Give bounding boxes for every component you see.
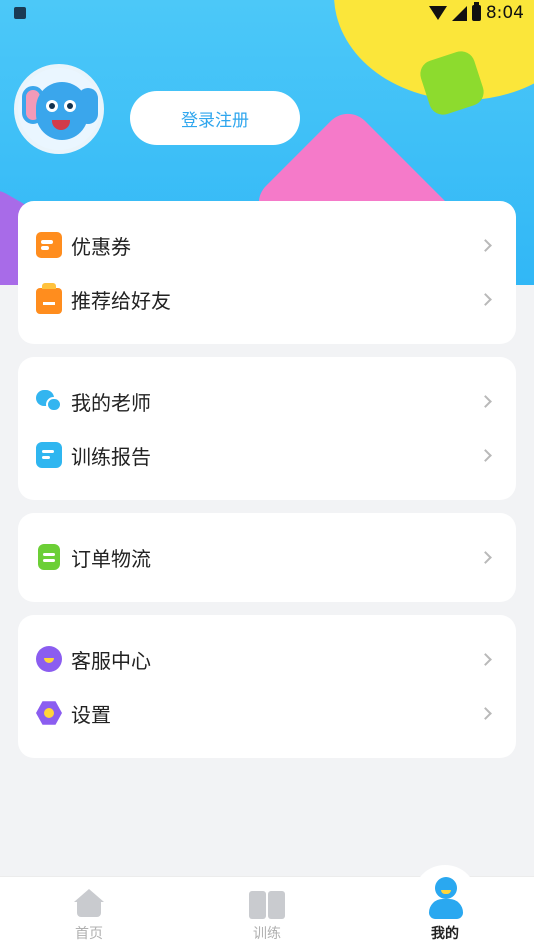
avatar-eye-left (46, 100, 58, 112)
menu-item-recommend[interactable]: 推荐给好友 (18, 272, 516, 326)
service-icon (36, 646, 62, 672)
tab-label: 首页 (75, 926, 103, 942)
login-register-button[interactable]: 登录注册 (130, 91, 300, 145)
status-indicators: 8:04 (428, 2, 524, 23)
menu-item-label: 优惠券 (71, 234, 131, 259)
chat-icon (36, 388, 62, 414)
signal-icon (451, 5, 467, 21)
gift-icon (36, 283, 62, 314)
menu-item-order-logistics[interactable]: 订单物流 (18, 530, 516, 584)
chevron-right-icon (479, 238, 492, 252)
menu-item-customer-service[interactable]: 客服中心 (18, 632, 516, 686)
bottom-tab-bar: 首页 训练 我的 (0, 865, 534, 950)
tab-label: 我的 (431, 926, 459, 942)
tab-home[interactable]: 首页 (29, 877, 149, 950)
avatar[interactable] (14, 64, 104, 154)
tab-label: 训练 (253, 926, 281, 942)
notification-icon (14, 7, 26, 19)
status-time: 8:04 (485, 3, 524, 23)
settings-icon (36, 701, 62, 725)
menu-item-label: 推荐给好友 (71, 288, 171, 313)
menu-item-training-report[interactable]: 训练报告 (18, 428, 516, 482)
avatar-eye-right (64, 100, 76, 112)
menu-card-learning: 我的老师 训练报告 (18, 357, 516, 500)
menu-card-orders: 订单物流 (18, 513, 516, 602)
tab-training[interactable]: 训练 (207, 877, 327, 950)
menu-item-coupon[interactable]: 优惠券 (18, 218, 516, 272)
chevron-right-icon (479, 652, 492, 666)
menu-item-label: 订单物流 (71, 546, 151, 571)
chevron-right-icon (479, 394, 492, 408)
report-icon (36, 442, 62, 468)
home-icon (74, 889, 104, 917)
tab-mine[interactable]: 我的 (385, 865, 505, 950)
menu-card-benefits: 优惠券 推荐给好友 (18, 201, 516, 344)
order-icon (38, 544, 60, 570)
book-icon (249, 891, 285, 919)
menu-item-settings[interactable]: 设置 (18, 686, 516, 740)
chevron-right-icon (479, 292, 492, 306)
menu-item-label: 设置 (71, 702, 111, 727)
person-icon (427, 877, 463, 919)
chevron-right-icon (479, 550, 492, 564)
status-bar: 8:04 (0, 0, 534, 28)
avatar-face (36, 82, 88, 140)
coupon-icon (36, 232, 62, 258)
menu-card-support: 客服中心 设置 (18, 615, 516, 758)
menu-item-label: 客服中心 (71, 648, 151, 673)
menu-item-label: 我的老师 (71, 390, 151, 415)
wifi-icon (428, 6, 447, 20)
battery-icon (471, 2, 481, 21)
chevron-right-icon (479, 448, 492, 462)
menu-item-my-teacher[interactable]: 我的老师 (18, 374, 516, 428)
menu-item-label: 训练报告 (71, 444, 151, 469)
chevron-right-icon (479, 706, 492, 720)
